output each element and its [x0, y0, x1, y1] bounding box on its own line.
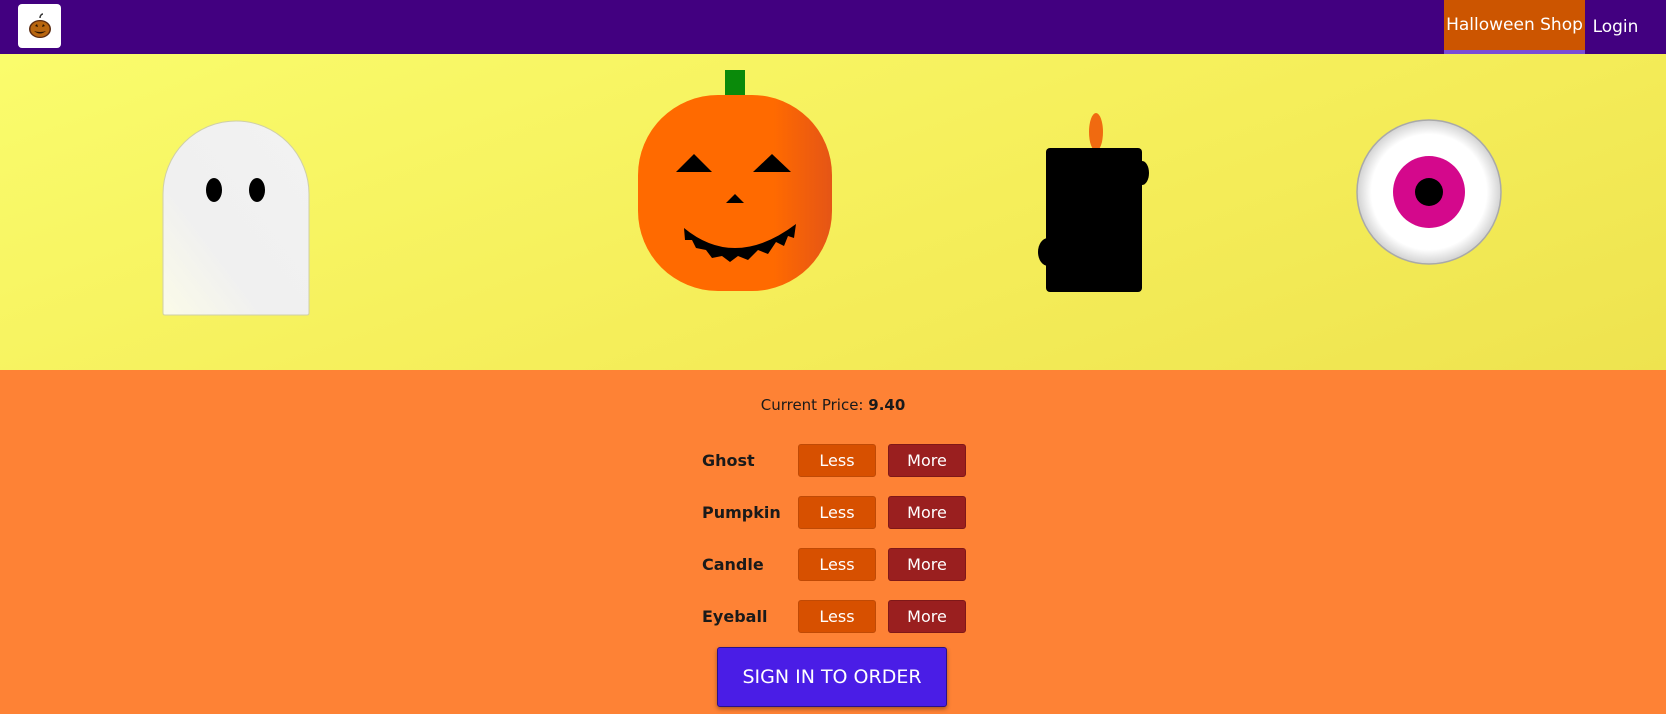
sign-in-to-order-button[interactable]: SIGN IN TO ORDER [717, 647, 947, 707]
row-label: Candle [702, 555, 764, 574]
quantity-row-eyeball: Eyeball Less More [702, 600, 966, 634]
row-label: Ghost [702, 451, 755, 470]
ghost-less-button[interactable]: Less [798, 444, 876, 477]
nav-halloween-shop[interactable]: Halloween Shop [1444, 0, 1585, 54]
quantity-row-ghost: Ghost Less More [702, 444, 966, 478]
hero-banner [0, 54, 1666, 370]
candle-more-button[interactable]: More [888, 548, 966, 581]
quantity-row-candle: Candle Less More [702, 548, 966, 582]
price-value: 9.40 [868, 396, 906, 414]
pumpkin-more-button[interactable]: More [888, 496, 966, 529]
row-label: Pumpkin [702, 503, 781, 522]
pumpkin-logo-icon[interactable] [18, 4, 61, 48]
ghost-more-button[interactable]: More [888, 444, 966, 477]
eyeball-more-button[interactable]: More [888, 600, 966, 633]
top-navbar: Halloween Shop Login [0, 0, 1666, 54]
row-label: Eyeball [702, 607, 768, 626]
price-label: Current Price: [760, 396, 864, 414]
pumpkin-icon [638, 70, 832, 291]
eyeball-icon [1356, 119, 1502, 265]
candle-less-button[interactable]: Less [798, 548, 876, 581]
candle-icon [1038, 113, 1149, 292]
pumpkin-less-button[interactable]: Less [798, 496, 876, 529]
quantity-row-pumpkin: Pumpkin Less More [702, 496, 966, 530]
nav-login[interactable]: Login [1585, 0, 1646, 54]
ghost-icon [162, 120, 310, 316]
eyeball-less-button[interactable]: Less [798, 600, 876, 633]
current-price: Current Price: 9.40 [0, 396, 1666, 414]
